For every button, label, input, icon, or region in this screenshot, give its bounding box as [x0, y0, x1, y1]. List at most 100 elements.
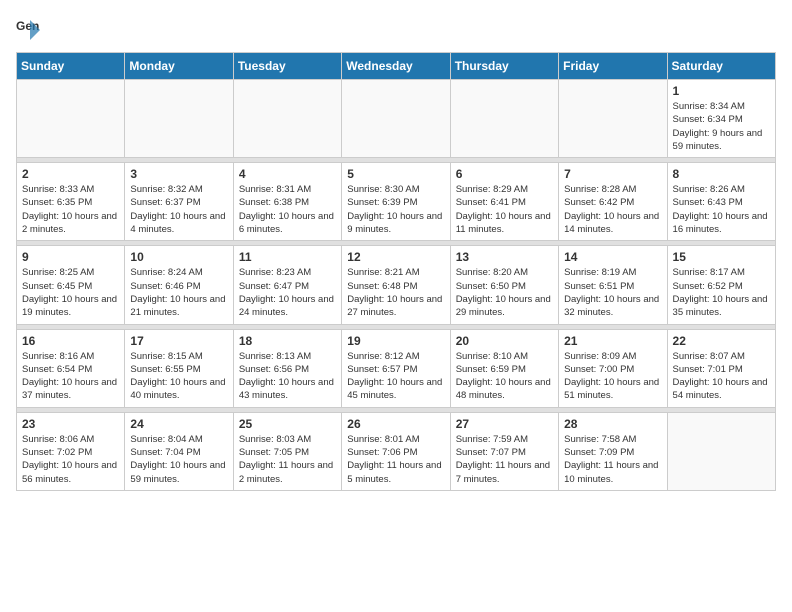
calendar: SundayMondayTuesdayWednesdayThursdayFrid…	[16, 52, 776, 491]
day-number: 11	[239, 250, 336, 264]
day-cell: 27 Sunrise: 7:59 AM Sunset: 7:07 PM Dayli…	[450, 412, 558, 490]
day-number: 2	[22, 167, 119, 181]
day-info: Sunrise: 8:03 AM Sunset: 7:05 PM Dayligh…	[239, 433, 336, 486]
day-cell	[125, 80, 233, 158]
day-cell: 23 Sunrise: 8:06 AM Sunset: 7:02 PM Dayli…	[17, 412, 125, 490]
day-number: 15	[673, 250, 770, 264]
day-cell: 1 Sunrise: 8:34 AM Sunset: 6:34 PM Daylig…	[667, 80, 775, 158]
day-number: 6	[456, 167, 553, 181]
day-cell: 19 Sunrise: 8:12 AM Sunset: 6:57 PM Dayli…	[342, 329, 450, 407]
day-number: 27	[456, 417, 553, 431]
day-cell	[559, 80, 667, 158]
day-cell: 17 Sunrise: 8:15 AM Sunset: 6:55 PM Dayli…	[125, 329, 233, 407]
day-cell: 26 Sunrise: 8:01 AM Sunset: 7:06 PM Dayli…	[342, 412, 450, 490]
day-number: 17	[130, 334, 227, 348]
day-cell: 2 Sunrise: 8:33 AM Sunset: 6:35 PM Daylig…	[17, 163, 125, 241]
day-number: 22	[673, 334, 770, 348]
header-thursday: Thursday	[450, 53, 558, 80]
header-monday: Monday	[125, 53, 233, 80]
day-info: Sunrise: 8:25 AM Sunset: 6:45 PM Dayligh…	[22, 266, 119, 319]
day-number: 14	[564, 250, 661, 264]
day-info: Sunrise: 8:24 AM Sunset: 6:46 PM Dayligh…	[130, 266, 227, 319]
day-cell: 22 Sunrise: 8:07 AM Sunset: 7:01 PM Dayli…	[667, 329, 775, 407]
day-info: Sunrise: 8:07 AM Sunset: 7:01 PM Dayligh…	[673, 350, 770, 403]
day-number: 5	[347, 167, 444, 181]
day-cell: 10 Sunrise: 8:24 AM Sunset: 6:46 PM Dayli…	[125, 246, 233, 324]
logo: Gen	[16, 16, 48, 44]
day-number: 24	[130, 417, 227, 431]
day-cell	[667, 412, 775, 490]
day-number: 19	[347, 334, 444, 348]
header-sunday: Sunday	[17, 53, 125, 80]
day-cell: 4 Sunrise: 8:31 AM Sunset: 6:38 PM Daylig…	[233, 163, 341, 241]
day-number: 13	[456, 250, 553, 264]
day-cell: 20 Sunrise: 8:10 AM Sunset: 6:59 PM Dayli…	[450, 329, 558, 407]
day-info: Sunrise: 8:26 AM Sunset: 6:43 PM Dayligh…	[673, 183, 770, 236]
header-friday: Friday	[559, 53, 667, 80]
day-cell: 6 Sunrise: 8:29 AM Sunset: 6:41 PM Daylig…	[450, 163, 558, 241]
day-cell: 18Sunrise: 8:13 AM Sunset: 6:56 PM Dayli…	[233, 329, 341, 407]
day-cell	[233, 80, 341, 158]
header-saturday: Saturday	[667, 53, 775, 80]
day-number: 25	[239, 417, 336, 431]
day-info: Sunrise: 8:29 AM Sunset: 6:41 PM Dayligh…	[456, 183, 553, 236]
day-info: Sunrise: 7:59 AM Sunset: 7:07 PM Dayligh…	[456, 433, 553, 486]
day-cell: 9Sunrise: 8:25 AM Sunset: 6:45 PM Daylig…	[17, 246, 125, 324]
day-info: Sunrise: 8:06 AM Sunset: 7:02 PM Dayligh…	[22, 433, 119, 486]
day-info: Sunrise: 8:30 AM Sunset: 6:39 PM Dayligh…	[347, 183, 444, 236]
calendar-header-row: SundayMondayTuesdayWednesdayThursdayFrid…	[17, 53, 776, 80]
day-info: Sunrise: 8:31 AM Sunset: 6:38 PM Dayligh…	[239, 183, 336, 236]
day-info: Sunrise: 8:15 AM Sunset: 6:55 PM Dayligh…	[130, 350, 227, 403]
day-number: 7	[564, 167, 661, 181]
week-row-0: 1 Sunrise: 8:34 AM Sunset: 6:34 PM Daylig…	[17, 80, 776, 158]
day-cell: 21 Sunrise: 8:09 AM Sunset: 7:00 PM Dayli…	[559, 329, 667, 407]
day-info: Sunrise: 8:13 AM Sunset: 6:56 PM Dayligh…	[239, 350, 336, 403]
day-cell: 14 Sunrise: 8:19 AM Sunset: 6:51 PM Dayli…	[559, 246, 667, 324]
week-row-2: 9Sunrise: 8:25 AM Sunset: 6:45 PM Daylig…	[17, 246, 776, 324]
day-number: 21	[564, 334, 661, 348]
day-cell	[450, 80, 558, 158]
day-cell: 5 Sunrise: 8:30 AM Sunset: 6:39 PM Daylig…	[342, 163, 450, 241]
day-info: Sunrise: 8:32 AM Sunset: 6:37 PM Dayligh…	[130, 183, 227, 236]
day-cell: 16 Sunrise: 8:16 AM Sunset: 6:54 PM Dayli…	[17, 329, 125, 407]
day-number: 16	[22, 334, 119, 348]
day-info: Sunrise: 8:34 AM Sunset: 6:34 PM Dayligh…	[673, 100, 770, 153]
day-info: Sunrise: 8:10 AM Sunset: 6:59 PM Dayligh…	[456, 350, 553, 403]
day-cell	[342, 80, 450, 158]
day-info: Sunrise: 8:09 AM Sunset: 7:00 PM Dayligh…	[564, 350, 661, 403]
logo-icon: Gen	[16, 16, 44, 44]
day-cell: 7 Sunrise: 8:28 AM Sunset: 6:42 PM Daylig…	[559, 163, 667, 241]
day-number: 28	[564, 417, 661, 431]
day-number: 20	[456, 334, 553, 348]
day-number: 10	[130, 250, 227, 264]
day-cell: 12Sunrise: 8:21 AM Sunset: 6:48 PM Dayli…	[342, 246, 450, 324]
day-cell: 8 Sunrise: 8:26 AM Sunset: 6:43 PM Daylig…	[667, 163, 775, 241]
day-info: Sunrise: 8:12 AM Sunset: 6:57 PM Dayligh…	[347, 350, 444, 403]
day-info: Sunrise: 8:01 AM Sunset: 7:06 PM Dayligh…	[347, 433, 444, 486]
day-info: Sunrise: 8:28 AM Sunset: 6:42 PM Dayligh…	[564, 183, 661, 236]
week-row-1: 2 Sunrise: 8:33 AM Sunset: 6:35 PM Daylig…	[17, 163, 776, 241]
day-cell: 24 Sunrise: 8:04 AM Sunset: 7:04 PM Dayli…	[125, 412, 233, 490]
day-cell: 15 Sunrise: 8:17 AM Sunset: 6:52 PM Dayli…	[667, 246, 775, 324]
day-info: Sunrise: 8:23 AM Sunset: 6:47 PM Dayligh…	[239, 266, 336, 319]
day-cell: 3Sunrise: 8:32 AM Sunset: 6:37 PM Daylig…	[125, 163, 233, 241]
day-cell: 11 Sunrise: 8:23 AM Sunset: 6:47 PM Dayli…	[233, 246, 341, 324]
day-info: Sunrise: 8:04 AM Sunset: 7:04 PM Dayligh…	[130, 433, 227, 486]
day-cell	[17, 80, 125, 158]
day-number: 26	[347, 417, 444, 431]
day-number: 23	[22, 417, 119, 431]
day-number: 8	[673, 167, 770, 181]
header-tuesday: Tuesday	[233, 53, 341, 80]
day-info: Sunrise: 8:19 AM Sunset: 6:51 PM Dayligh…	[564, 266, 661, 319]
day-info: Sunrise: 8:17 AM Sunset: 6:52 PM Dayligh…	[673, 266, 770, 319]
day-number: 4	[239, 167, 336, 181]
day-number: 12	[347, 250, 444, 264]
day-info: Sunrise: 8:33 AM Sunset: 6:35 PM Dayligh…	[22, 183, 119, 236]
week-row-3: 16 Sunrise: 8:16 AM Sunset: 6:54 PM Dayli…	[17, 329, 776, 407]
week-row-4: 23 Sunrise: 8:06 AM Sunset: 7:02 PM Dayli…	[17, 412, 776, 490]
day-number: 1	[673, 84, 770, 98]
day-cell: 25 Sunrise: 8:03 AM Sunset: 7:05 PM Dayli…	[233, 412, 341, 490]
day-cell: 28 Sunrise: 7:58 AM Sunset: 7:09 PM Dayli…	[559, 412, 667, 490]
day-info: Sunrise: 8:16 AM Sunset: 6:54 PM Dayligh…	[22, 350, 119, 403]
day-info: Sunrise: 7:58 AM Sunset: 7:09 PM Dayligh…	[564, 433, 661, 486]
